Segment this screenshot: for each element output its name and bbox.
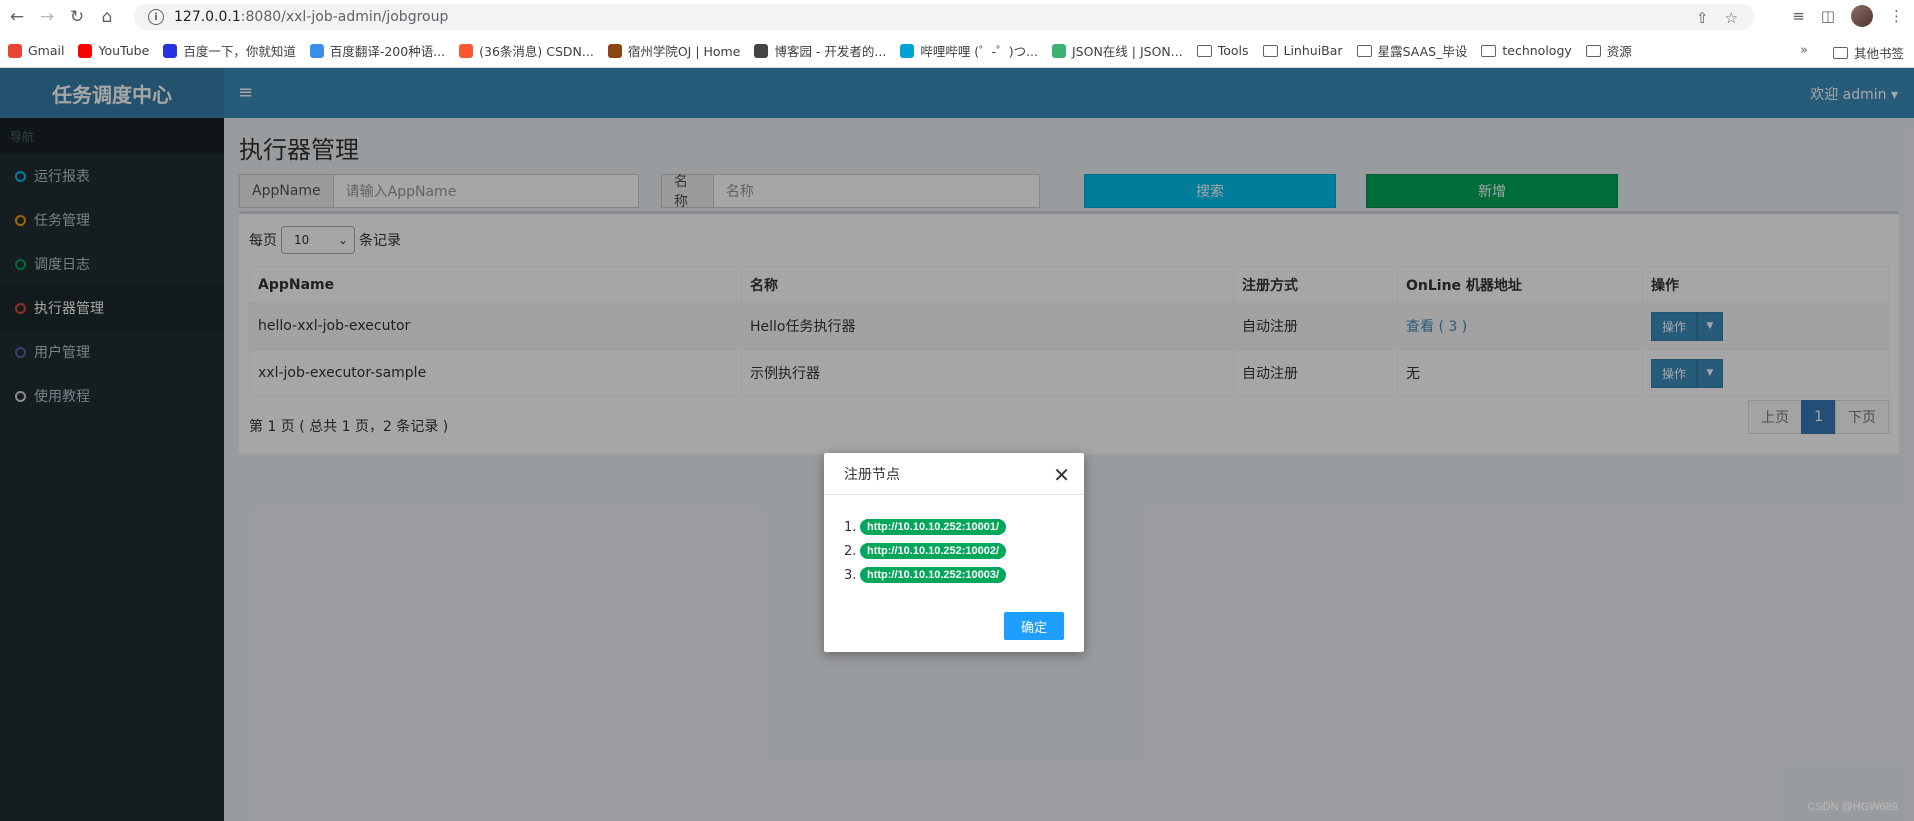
bookmark-label: YouTube	[98, 43, 150, 58]
bookmark-label: JSON在线 | JSON...	[1072, 44, 1183, 59]
bookmark-label: (36条消息) CSDN...	[479, 44, 594, 59]
bookmark-item[interactable]: 百度一下，你就知道	[163, 41, 296, 60]
close-icon[interactable]: ✕	[1053, 463, 1070, 487]
bookmark-folder[interactable]: technology	[1481, 43, 1572, 58]
bookmark-folder[interactable]: Tools	[1196, 43, 1249, 58]
reload-icon[interactable]: ↻	[64, 4, 90, 30]
bookmark-item[interactable]: (36条消息) CSDN...	[459, 41, 594, 60]
site-info-icon[interactable]: i	[148, 9, 164, 25]
list-item: 1. http://10.10.10.252:10001/	[844, 515, 1007, 539]
node-number: 3.	[844, 567, 857, 583]
bookmark-label: 百度翻译-200种语...	[329, 44, 446, 59]
bookmark-folder[interactable]: LinhuiBar	[1262, 43, 1343, 58]
node-address-badge: http://10.10.10.252:10003/	[860, 567, 1007, 583]
reading-list-icon[interactable]: ≡	[1792, 7, 1805, 25]
bookmark-favicon-icon	[309, 43, 324, 58]
bookmark-folder[interactable]: 星露SAAS_毕设	[1356, 41, 1468, 60]
side-panel-icon[interactable]: ◫	[1821, 7, 1835, 25]
node-list: 1. http://10.10.10.252:10001/2. http://10.…	[844, 515, 1007, 587]
folder-icon	[1196, 44, 1212, 57]
bookmark-favicon-icon	[1052, 43, 1066, 58]
bookmark-label: 百度一下，你就知道	[183, 44, 296, 59]
bookmarks-overflow-icon[interactable]: »	[1800, 43, 1808, 58]
bookmark-item[interactable]: JSON在线 | JSON...	[1052, 41, 1183, 60]
bookmark-favicon-icon	[900, 43, 915, 58]
list-item: 2. http://10.10.10.252:10002/	[844, 539, 1007, 563]
modal-backdrop[interactable]	[0, 68, 1914, 821]
registered-nodes-modal: 注册节点 ✕ 1. http://10.10.10.252:10001/2. htt…	[824, 453, 1084, 652]
modal-title: 注册节点	[824, 453, 1084, 495]
bookmark-favicon-icon	[607, 43, 622, 58]
bookmark-folder-label: LinhuiBar	[1283, 43, 1343, 58]
confirm-button[interactable]: 确定	[1004, 612, 1064, 640]
node-number: 2.	[844, 543, 857, 559]
bookmark-favicon-icon	[754, 43, 769, 58]
bookmark-folder[interactable]: 资源	[1585, 41, 1632, 60]
node-address-badge: http://10.10.10.252:10002/	[860, 543, 1007, 559]
node-number: 1.	[844, 519, 857, 535]
bookmark-item[interactable]: Gmail	[8, 43, 64, 58]
bookmark-favicon-icon	[459, 43, 474, 58]
bookmark-label: 博客园 - 开发者的...	[774, 44, 887, 59]
bookmark-label: 哔哩哔哩 (゜-゜)つ...	[920, 44, 1038, 59]
share-icon[interactable]: ⇧	[1696, 9, 1709, 27]
browser-menu-icon[interactable]: ⋮	[1889, 7, 1904, 25]
bookmarks-bar: Gmail YouTube 百度一下，你就知道 百度翻译-200种语... (36条消息…	[0, 34, 1914, 68]
folder-icon	[1585, 44, 1601, 57]
bookmark-folder-label: technology	[1502, 43, 1572, 58]
bookmark-item[interactable]: 哔哩哔哩 (゜-゜)つ...	[900, 41, 1038, 60]
bookmark-item[interactable]: 百度翻译-200种语...	[309, 41, 446, 60]
profile-avatar[interactable]	[1851, 5, 1873, 27]
other-bookmarks-label: 其他书签	[1853, 46, 1904, 61]
watermark: CSDN @HGW689	[1807, 801, 1898, 813]
bookmark-item[interactable]: YouTube	[78, 43, 149, 58]
other-bookmarks[interactable]: 其他书签	[1832, 43, 1904, 62]
bookmark-label: Gmail	[28, 43, 65, 58]
bookmark-folder-label: 资源	[1606, 44, 1632, 59]
folder-icon	[1832, 46, 1848, 59]
bookmark-label: 宿州学院OJ | Home	[627, 44, 741, 59]
folder-icon	[1481, 44, 1497, 57]
bookmark-favicon-icon	[163, 43, 178, 58]
address-bar[interactable]: i 127.0.0.1:8080/xxl-job-admin/jobgroup …	[134, 4, 1754, 30]
folder-icon	[1262, 44, 1278, 57]
url-path: :8080/xxl-job-admin/jobgroup	[240, 9, 449, 25]
bookmark-item[interactable]: 宿州学院OJ | Home	[607, 41, 741, 60]
forward-icon[interactable]: →	[34, 4, 60, 30]
bookmark-star-icon[interactable]: ☆	[1725, 9, 1738, 27]
home-icon[interactable]: ⌂	[94, 4, 120, 30]
bookmark-folder-label: Tools	[1217, 43, 1249, 58]
bookmark-favicon-icon	[78, 43, 93, 58]
list-item: 3. http://10.10.10.252:10003/	[844, 563, 1007, 587]
bookmark-favicon-icon	[8, 43, 22, 58]
node-address-badge: http://10.10.10.252:10001/	[860, 519, 1007, 535]
bookmark-folder-label: 星露SAAS_毕设	[1377, 44, 1468, 59]
folder-icon	[1356, 44, 1372, 57]
url-host: 127.0.0.1	[174, 9, 241, 25]
bookmark-item[interactable]: 博客园 - 开发者的...	[754, 41, 886, 60]
back-icon[interactable]: ←	[4, 4, 30, 30]
browser-toolbar: ← → ↻ ⌂ i 127.0.0.1:8080/xxl-job-admin/j…	[0, 0, 1914, 34]
